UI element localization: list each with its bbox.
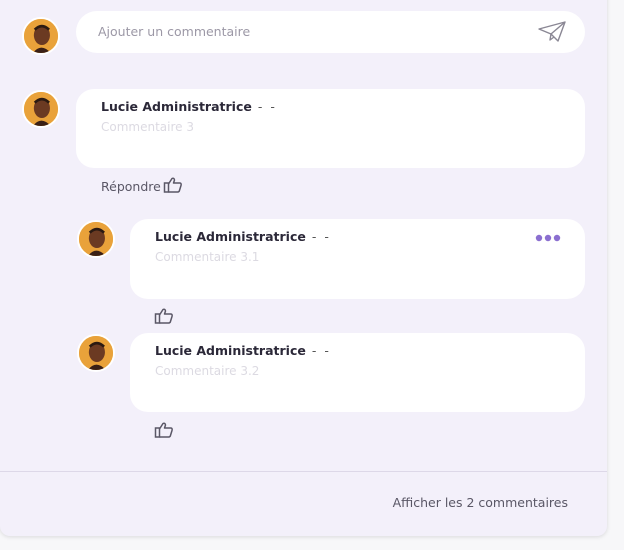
reply-author[interactable]: Lucie Administratrice - -	[155, 343, 331, 358]
avatar-image	[79, 336, 113, 370]
more-horizontal-icon[interactable]	[535, 233, 561, 243]
avatar-image	[79, 222, 113, 256]
reply-author-avatar[interactable]	[77, 220, 115, 258]
current-user-avatar	[22, 17, 60, 55]
footer-divider	[0, 471, 607, 472]
comment-bubble: Lucie Administratrice - - Commentaire 3	[76, 89, 585, 168]
comment-meta: - -	[257, 99, 277, 114]
reply-author-name[interactable]: Lucie Administratrice	[155, 229, 306, 244]
show-more-comments-link[interactable]: Afficher les 2 commentaires	[393, 495, 568, 510]
thumbs-up-icon[interactable]	[154, 307, 174, 325]
avatar-image	[24, 19, 58, 53]
reply-author-avatar[interactable]	[77, 334, 115, 372]
thumbs-up-icon[interactable]	[154, 421, 174, 439]
comments-panel: Ajouter un commentaire Lucie Administrat…	[0, 0, 607, 536]
comment-input-placeholder: Ajouter un commentaire	[98, 24, 251, 39]
reply-text: Commentaire 3.1	[155, 250, 260, 264]
reply-button[interactable]: Répondre	[101, 179, 161, 194]
reply-bubble: Lucie Administratrice - - Commentaire 3.2	[130, 333, 585, 412]
reply-text: Commentaire 3.2	[155, 364, 260, 378]
reply-meta: - -	[311, 343, 331, 358]
comment-text: Commentaire 3	[101, 120, 194, 134]
thumbs-up-icon[interactable]	[163, 176, 183, 194]
comment-author-avatar[interactable]	[22, 90, 60, 128]
comment-author-name[interactable]: Lucie Administratrice	[101, 99, 252, 114]
paper-plane-icon[interactable]	[536, 20, 568, 44]
reply-author-name[interactable]: Lucie Administratrice	[155, 343, 306, 358]
avatar-image	[24, 92, 58, 126]
comment-input[interactable]: Ajouter un commentaire	[76, 11, 585, 53]
reply-meta: - -	[311, 229, 331, 244]
reply-author[interactable]: Lucie Administratrice - -	[155, 229, 331, 244]
reply-bubble: Lucie Administratrice - - Commentaire 3.1	[130, 219, 585, 299]
comment-author[interactable]: Lucie Administratrice - -	[101, 99, 277, 114]
